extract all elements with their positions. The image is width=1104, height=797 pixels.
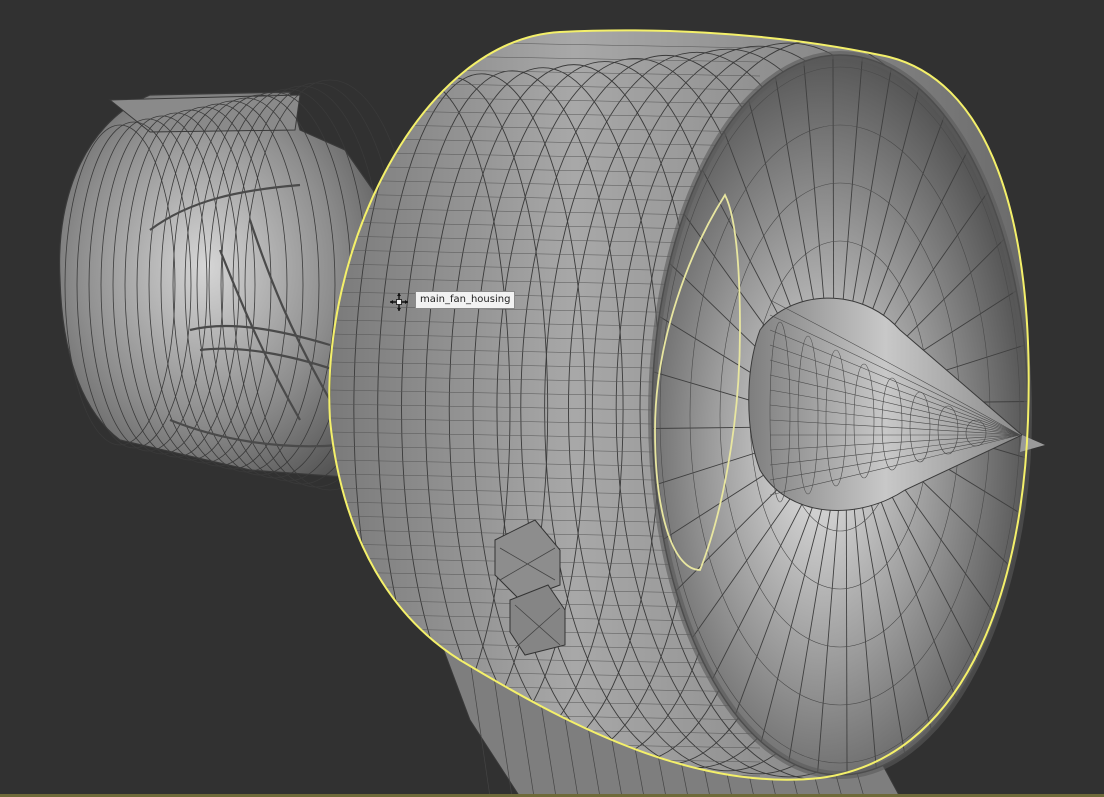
- jet-engine-wireframe-model[interactable]: [0, 0, 1104, 797]
- object-name-tooltip: main_fan_housing: [415, 291, 516, 309]
- move-crosshair-icon: [390, 293, 408, 311]
- 3d-viewport[interactable]: main_fan_housing: [0, 0, 1104, 797]
